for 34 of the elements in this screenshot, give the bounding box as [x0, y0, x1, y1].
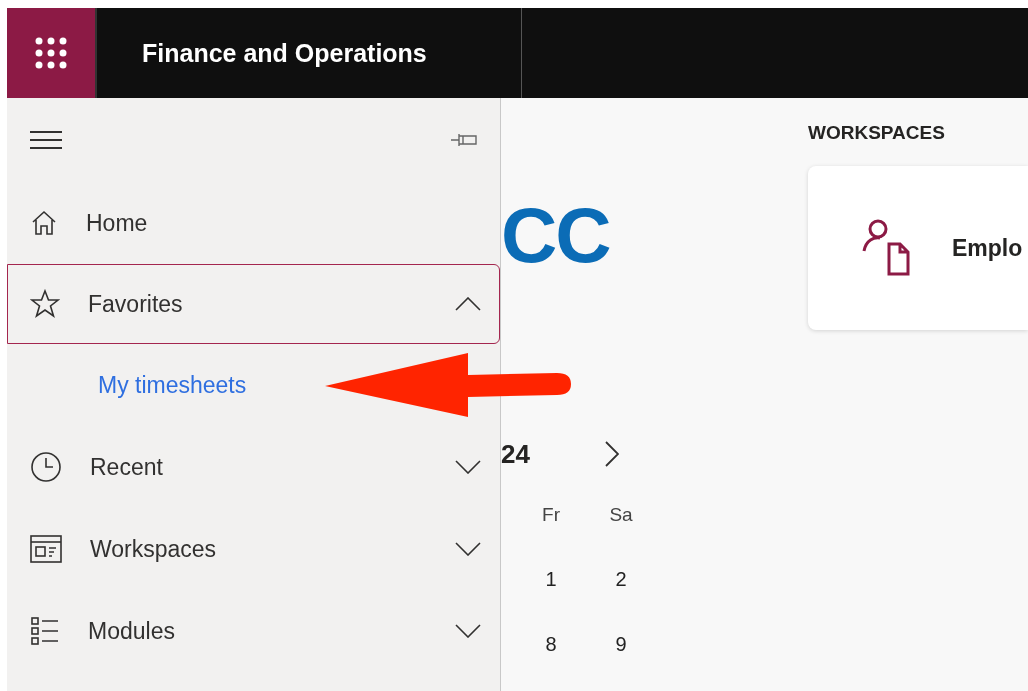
menu-icon [29, 130, 63, 150]
company-logo: CC [501, 191, 610, 279]
workspace-tile[interactable]: Emplo [808, 166, 1028, 330]
clock-icon [30, 451, 62, 483]
nav-item[interactable]: Workspaces [7, 508, 500, 590]
calendar-day[interactable]: 8 [516, 633, 586, 656]
star-icon [30, 289, 60, 319]
nav-item[interactable]: Recent [7, 426, 500, 508]
calendar-day[interactable]: 9 [586, 633, 656, 656]
calendar-month: 24 [501, 438, 531, 470]
menu-button[interactable] [29, 130, 63, 150]
nav-item[interactable]: Modules [7, 590, 500, 672]
calendar-day[interactable]: 2 [586, 568, 656, 591]
home-icon [30, 209, 58, 237]
workspace-icon [30, 535, 62, 563]
chevron-up-icon [455, 297, 481, 311]
pin-button[interactable] [450, 132, 478, 148]
next-month-button[interactable] [605, 441, 619, 467]
chevron-right-icon [605, 441, 619, 467]
chevron-down-icon [455, 542, 481, 556]
list-icon [30, 616, 60, 646]
app-launcher-button[interactable] [7, 8, 97, 98]
nav-item[interactable]: Home [7, 182, 500, 264]
chevron-down-icon [455, 460, 481, 474]
nav-item[interactable]: Favorites [7, 264, 500, 344]
chevron-down-icon [455, 624, 481, 638]
section-heading: WORKSPACES [808, 122, 945, 143]
weekday-label: Sa [608, 504, 634, 526]
pin-icon [450, 132, 478, 148]
calendar-day[interactable]: 1 [516, 568, 586, 591]
app-title: Finance and Operations [142, 38, 427, 68]
waffle-icon [35, 37, 67, 69]
weekday-label: Fr [541, 504, 561, 526]
favorite-link[interactable]: My timesheets [7, 344, 500, 426]
